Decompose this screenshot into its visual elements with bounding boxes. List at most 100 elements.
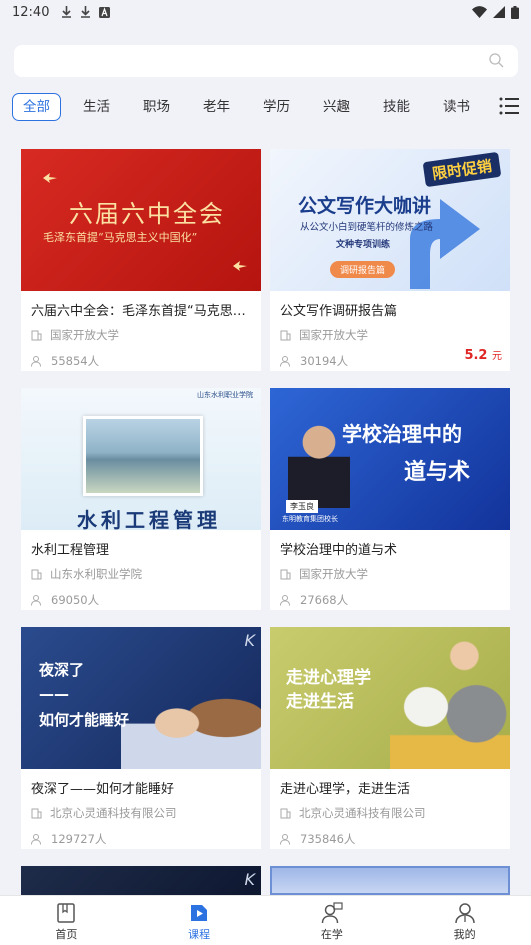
menu-list-icon[interactable]: [499, 97, 519, 115]
thumbnail-subtitle: 毛泽东首提“马克思主义中国化”: [43, 231, 198, 244]
course-learners: 55854人: [51, 354, 100, 368]
user-study-icon: [321, 902, 343, 924]
course-school: 国家开放大学: [299, 567, 368, 581]
category-tabs: 全部 生活 职场 老年 学历 兴趣 技能 读书: [12, 93, 519, 121]
tab-skills[interactable]: 技能: [372, 93, 421, 121]
nav-studying-label: 在学: [320, 928, 343, 941]
course-title: 走进心理学，走进生活: [280, 782, 411, 797]
course-school: 北京心灵通科技有限公司: [299, 806, 426, 820]
course-school: 国家开放大学: [299, 328, 368, 342]
course-title: 六届六中全会：毛泽东首提“马克思主...: [31, 304, 259, 319]
nav-profile-label: 我的: [453, 928, 476, 941]
course-card[interactable]: [270, 866, 510, 895]
tab-degree[interactable]: 学历: [252, 93, 301, 121]
course-title: 水利工程管理: [31, 543, 110, 558]
course-school: 山东水利职业学院: [50, 567, 142, 581]
thumbnail-title: 水利工程管理: [77, 508, 221, 530]
thumbnail-title: 走进生活: [286, 692, 354, 712]
dam-photo: [83, 416, 203, 496]
thumbnail-subtitle: 文种专项训练: [336, 240, 391, 250]
course-thumbnail: 六届六中全会 毛泽东首提“马克思主义中国化”: [21, 149, 261, 291]
search-input[interactable]: [14, 45, 474, 77]
book-icon: [57, 903, 76, 923]
course-card[interactable]: 学校治理中的 道与术 李玉良 东明教育集团校长 学校治理中的道与术 国家开放大学…: [270, 388, 510, 610]
course-learners: 69050人: [51, 593, 100, 607]
brand-logo: K: [244, 870, 256, 889]
thumbnail-title: 学校治理中的: [342, 422, 462, 446]
presenter-name: 李玉良: [286, 500, 318, 513]
course-thumbnail: [270, 866, 510, 895]
font-a-icon: [99, 6, 111, 18]
people-icon: [31, 833, 41, 845]
signal-icon: [493, 6, 505, 18]
dove-icon: [233, 261, 247, 271]
people-icon: [31, 355, 41, 367]
building-icon: [31, 808, 42, 818]
course-school: 北京心灵通科技有限公司: [50, 806, 177, 820]
course-learners: 129727人: [51, 832, 107, 846]
nav-courses[interactable]: 课程: [133, 896, 266, 945]
tab-workplace[interactable]: 职场: [132, 93, 181, 121]
nav-profile[interactable]: 我的: [398, 896, 531, 945]
course-thumbnail: K: [21, 866, 261, 895]
course-learners: 30194人: [300, 354, 349, 368]
people-icon: [280, 594, 290, 606]
bottom-nav: 首页 课程 在学 我的: [0, 895, 531, 945]
course-card[interactable]: 限时促销 公文写作大咖讲 从公文小白到硬笔杆的修炼之路 文种专项训练 调研报告篇…: [270, 149, 510, 371]
building-icon: [280, 330, 291, 340]
thumbnail-title: 道与术: [404, 460, 471, 485]
building-icon: [280, 808, 291, 818]
profile-icon: [454, 903, 475, 924]
thumbnail-title: 六届六中全会: [69, 200, 225, 228]
thumbnail-tag: 调研报告篇: [330, 261, 396, 278]
thumbnail-title: ——: [39, 685, 69, 703]
search-bar[interactable]: [14, 45, 518, 77]
course-thumbnail: 走进心理学 走进生活: [270, 627, 510, 769]
tab-life[interactable]: 生活: [72, 93, 121, 121]
presenter-title: 东明教育集团校长: [282, 515, 338, 523]
tab-all[interactable]: 全部: [12, 93, 61, 121]
course-thumbnail: 山东水利职业学院 水利工程管理: [21, 388, 261, 530]
status-time: 12:40: [12, 4, 50, 20]
building-icon: [31, 330, 42, 340]
sleeping-child-photo: [121, 667, 261, 769]
people-icon: [280, 355, 290, 367]
presenter-photo: [288, 414, 350, 508]
thumbnail-title: 公文写作大咖讲: [298, 195, 432, 217]
people-icon: [31, 594, 41, 606]
course-card[interactable]: 六届六中全会 毛泽东首提“马克思主义中国化” 六届六中全会：毛泽东首提“马克思主…: [21, 149, 261, 371]
tab-elderly[interactable]: 老年: [192, 93, 241, 121]
course-school: 国家开放大学: [50, 328, 119, 342]
course-thumbnail: 限时促销 公文写作大咖讲 从公文小白到硬笔杆的修炼之路 文种专项训练 调研报告篇: [270, 149, 510, 291]
course-title: 公文写作调研报告篇: [280, 304, 398, 319]
course-learners: 27668人: [300, 593, 349, 607]
search-icon[interactable]: [489, 53, 504, 68]
status-bar: 12:40: [0, 0, 531, 24]
course-thumbnail: 学校治理中的 道与术 李玉良 东明教育集团校长: [270, 388, 510, 530]
course-card[interactable]: 走进心理学 走进生活 走进心理学，走进生活 北京心灵通科技有限公司 735846…: [270, 627, 510, 849]
nav-studying[interactable]: 在学: [266, 896, 399, 945]
nav-home-label: 首页: [55, 928, 78, 941]
thumbnail-title: 走进心理学: [286, 668, 371, 688]
people-icon: [280, 833, 290, 845]
course-card[interactable]: 夜深了 —— 如何才能睡好 K 夜深了——如何才能睡好 北京心灵通科技有限公司 …: [21, 627, 261, 849]
course-price: 5.2 元: [464, 348, 502, 363]
course-learners: 735846人: [300, 832, 356, 846]
course-thumbnail: 夜深了 —— 如何才能睡好 K: [21, 627, 261, 769]
course-card[interactable]: K: [21, 866, 261, 895]
course-card[interactable]: 山东水利职业学院 水利工程管理 水利工程管理 山东水利职业学院 69050人: [21, 388, 261, 610]
download-icon: [62, 6, 72, 18]
dove-icon: [43, 173, 57, 183]
tab-interest[interactable]: 兴趣: [312, 93, 361, 121]
tab-reading[interactable]: 读书: [432, 93, 481, 121]
building-icon: [31, 569, 42, 579]
play-icon: [191, 905, 208, 921]
download-icon: [81, 6, 91, 18]
wifi-icon: [472, 6, 487, 18]
course-title: 学校治理中的道与术: [280, 543, 398, 558]
thumbnail-title: 如何才能睡好: [39, 711, 130, 729]
nav-home[interactable]: 首页: [0, 896, 133, 945]
battery-icon: [511, 5, 519, 19]
course-title: 夜深了——如何才能睡好: [31, 782, 175, 797]
thumbnail-subtitle: 从公文小白到硬笔杆的修炼之路: [300, 222, 434, 233]
